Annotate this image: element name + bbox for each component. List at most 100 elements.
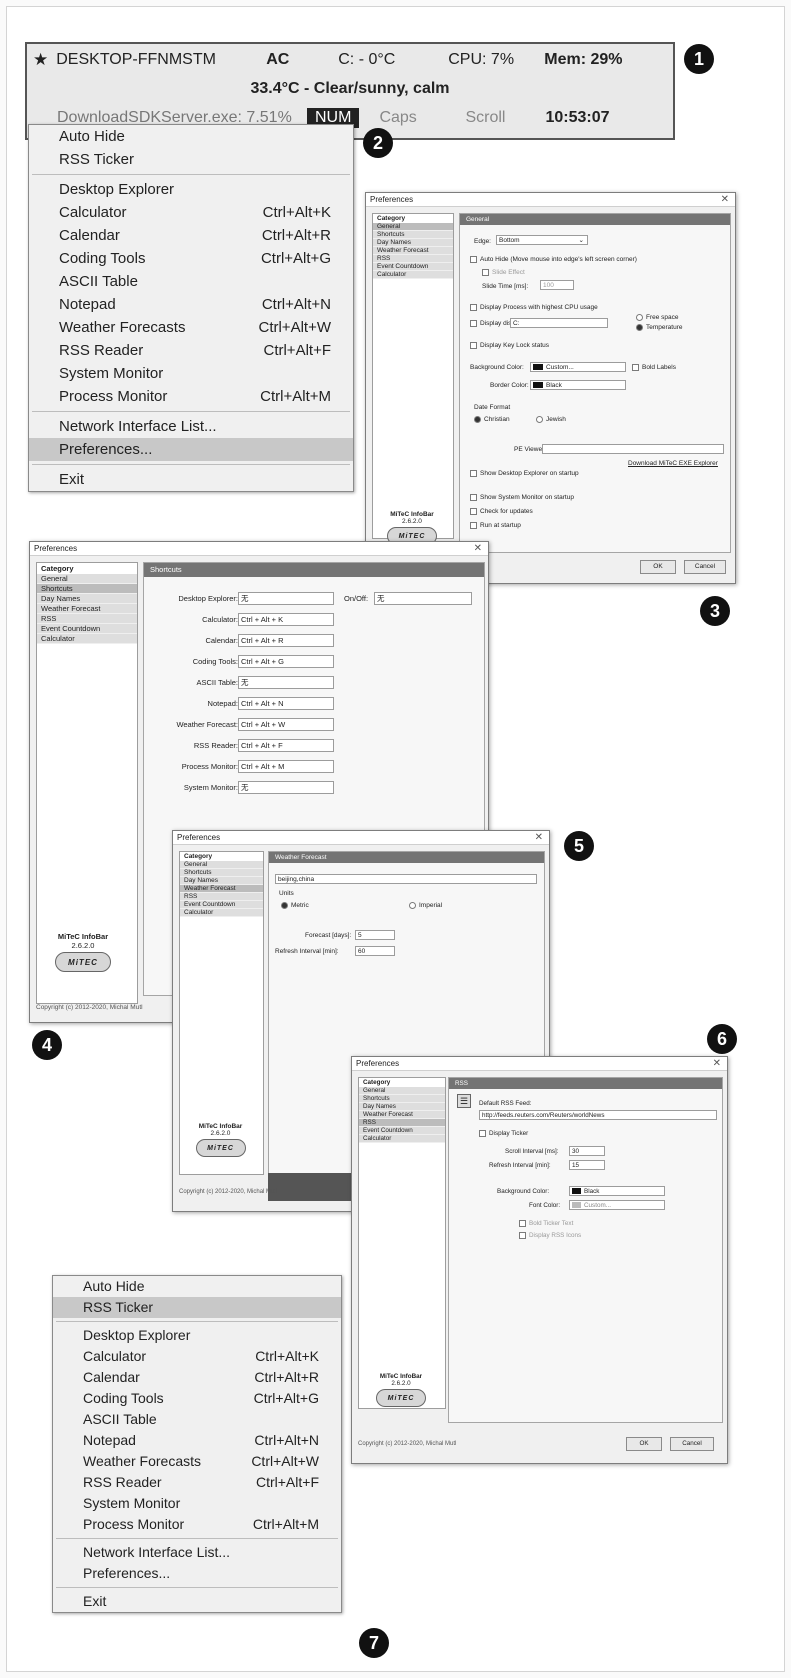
category-item-event-countdown[interactable]: Event Countdown	[180, 901, 263, 909]
free-space-radio[interactable]: Free space	[636, 314, 679, 321]
category-item-weather-forecast[interactable]: Weather Forecast	[373, 247, 453, 255]
bold-ticker-option[interactable]: Bold Ticker Text	[519, 1220, 573, 1227]
menu-item-exit[interactable]: Exit	[29, 468, 353, 491]
ok-button[interactable]: OK	[640, 560, 676, 574]
category-item-day-names[interactable]: Day Names	[359, 1103, 445, 1111]
category-item-shortcuts[interactable]: Shortcuts	[37, 584, 137, 594]
border-color-dropdown[interactable]: Black	[530, 380, 626, 390]
shortcut-field-calculator[interactable]: Ctrl + Alt + K	[238, 613, 334, 626]
font-color-dropdown[interactable]: Custom...	[569, 1200, 665, 1210]
edge-dropdown[interactable]: Bottom ⌄	[496, 235, 588, 245]
run-at-startup-option[interactable]: Run at startup	[470, 522, 521, 529]
menu-item-calendar[interactable]: Calendar Ctrl+Alt+R	[53, 1367, 341, 1388]
menu-item-preferences[interactable]: Preferences...	[29, 438, 353, 461]
category-item-event-countdown[interactable]: Event Countdown	[359, 1127, 445, 1135]
menu-item-rss-reader[interactable]: RSS Reader Ctrl+Alt+F	[29, 339, 353, 362]
menu-item-weather-forecasts[interactable]: Weather Forecasts Ctrl+Alt+W	[29, 316, 353, 339]
shortcut-field-process-monitor[interactable]: Ctrl + Alt + M	[238, 760, 334, 773]
menu-item-network-interface-list[interactable]: Network Interface List...	[53, 1542, 341, 1563]
category-item-rss[interactable]: RSS	[373, 255, 453, 263]
category-item-calculator[interactable]: Calculator	[37, 634, 137, 644]
menu-item-auto-hide[interactable]: Auto Hide	[29, 125, 353, 148]
feed-url-dropdown[interactable]: http://feeds.reuters.com/Reuters/worldNe…	[479, 1110, 717, 1120]
menu-item-calendar[interactable]: Calendar Ctrl+Alt+R	[29, 224, 353, 247]
auto-hide-option[interactable]: Auto Hide (Move mouse into edge's left s…	[470, 256, 637, 263]
close-icon[interactable]: ✕	[535, 831, 543, 845]
category-item-calculator[interactable]: Calculator	[180, 909, 263, 917]
display-ticker-option[interactable]: Display Ticker	[479, 1130, 528, 1137]
menu-item-rss-ticker[interactable]: RSS Ticker	[29, 148, 353, 171]
category-item-day-names[interactable]: Day Names	[373, 239, 453, 247]
temperature-radio[interactable]: Temperature	[636, 324, 683, 331]
cancel-button[interactable]: Cancel	[670, 1437, 714, 1451]
display-rss-icons-option[interactable]: Display RSS Icons	[519, 1232, 581, 1239]
key-lock-option[interactable]: Display Key Lock status	[470, 342, 549, 349]
close-icon[interactable]: ✕	[713, 1057, 721, 1071]
menu-item-process-monitor[interactable]: Process Monitor Ctrl+Alt+M	[29, 385, 353, 408]
menu-item-process-monitor[interactable]: Process Monitor Ctrl+Alt+M	[53, 1514, 341, 1535]
refresh-interval-spinner[interactable]: 15	[569, 1160, 605, 1170]
menu-item-notepad[interactable]: Notepad Ctrl+Alt+N	[29, 293, 353, 316]
display-disk-option[interactable]: Display disk	[470, 320, 515, 327]
category-item-weather-forecast[interactable]: Weather Forecast	[359, 1111, 445, 1119]
menu-item-rss-reader[interactable]: RSS Reader Ctrl+Alt+F	[53, 1472, 341, 1493]
menu-item-coding-tools[interactable]: Coding Tools Ctrl+Alt+G	[53, 1388, 341, 1409]
shortcut-field-calendar[interactable]: Ctrl + Alt + R	[238, 634, 334, 647]
menu-item-network-interface-list[interactable]: Network Interface List...	[29, 415, 353, 438]
category-list[interactable]: Category General Shortcuts Day Names Wea…	[372, 213, 454, 539]
shortcut-field-system-monitor[interactable]: 无	[238, 781, 334, 794]
shortcut-field-onoff[interactable]: 无	[374, 592, 472, 605]
menu-item-system-monitor[interactable]: System Monitor	[29, 362, 353, 385]
shortcut-field-desktop-explorer[interactable]: 无	[238, 592, 334, 605]
menu-item-exit[interactable]: Exit	[53, 1591, 341, 1612]
category-item-day-names[interactable]: Day Names	[180, 877, 263, 885]
shortcut-field-weather-forecast[interactable]: Ctrl + Alt + W	[238, 718, 334, 731]
shortcut-field-notepad[interactable]: Ctrl + Alt + N	[238, 697, 334, 710]
category-item-day-names[interactable]: Day Names	[37, 594, 137, 604]
background-color-dropdown[interactable]: Black	[569, 1186, 665, 1196]
category-item-weather-forecast[interactable]: Weather Forecast	[180, 885, 263, 893]
menu-item-auto-hide[interactable]: Auto Hide	[53, 1276, 341, 1297]
background-color-dropdown[interactable]: Custom...	[530, 362, 626, 372]
menu-item-weather-forecasts[interactable]: Weather Forecasts Ctrl+Alt+W	[53, 1451, 341, 1472]
category-list[interactable]: Category General Shortcuts Day Names Wea…	[358, 1077, 446, 1409]
category-item-event-countdown[interactable]: Event Countdown	[373, 263, 453, 271]
show-system-monitor-option[interactable]: Show System Monitor on startup	[470, 494, 574, 501]
category-item-weather-forecast[interactable]: Weather Forecast	[37, 604, 137, 614]
category-item-shortcuts[interactable]: Shortcuts	[180, 869, 263, 877]
check-updates-option[interactable]: Check for updates	[470, 508, 533, 515]
cancel-button[interactable]: Cancel	[684, 560, 726, 574]
category-item-shortcuts[interactable]: Shortcuts	[373, 231, 453, 239]
menu-item-calculator[interactable]: Calculator Ctrl+Alt+K	[29, 201, 353, 224]
ok-button[interactable]: OK	[626, 1437, 662, 1451]
menu-item-desktop-explorer[interactable]: Desktop Explorer	[53, 1325, 341, 1346]
pe-viewer-field[interactable]	[542, 444, 724, 454]
christian-radio[interactable]: Christian	[474, 416, 510, 423]
download-exe-explorer-link[interactable]: Download MiTeC EXE Explorer	[628, 460, 718, 467]
category-item-general[interactable]: General	[359, 1087, 445, 1095]
menu-item-preferences[interactable]: Preferences...	[53, 1563, 341, 1584]
menu-item-system-monitor[interactable]: System Monitor	[53, 1493, 341, 1514]
metric-radio[interactable]: Metric	[281, 902, 309, 909]
menu-item-coding-tools[interactable]: Coding Tools Ctrl+Alt+G	[29, 247, 353, 270]
category-item-shortcuts[interactable]: Shortcuts	[359, 1095, 445, 1103]
menu-item-ascii-table[interactable]: ASCII Table	[53, 1409, 341, 1430]
category-item-rss[interactable]: RSS	[180, 893, 263, 901]
menu-item-rss-ticker[interactable]: RSS Ticker	[53, 1297, 341, 1318]
scroll-interval-spinner[interactable]: 30	[569, 1146, 605, 1156]
category-item-calculator[interactable]: Calculator	[359, 1135, 445, 1143]
category-item-general[interactable]: General	[373, 223, 453, 231]
close-icon[interactable]: ✕	[721, 193, 729, 207]
category-item-rss[interactable]: RSS	[359, 1119, 445, 1127]
category-item-rss[interactable]: RSS	[37, 614, 137, 624]
category-item-calculator[interactable]: Calculator	[373, 271, 453, 279]
shortcut-field-coding-tools[interactable]: Ctrl + Alt + G	[238, 655, 334, 668]
menu-item-calculator[interactable]: Calculator Ctrl+Alt+K	[53, 1346, 341, 1367]
imperial-radio[interactable]: Imperial	[409, 902, 442, 909]
location-field[interactable]: beijing,china	[275, 874, 537, 884]
forecast-days-spinner[interactable]: 5	[355, 930, 395, 940]
display-process-option[interactable]: Display Process with highest CPU usage	[470, 304, 598, 311]
category-item-general[interactable]: General	[180, 861, 263, 869]
close-icon[interactable]: ✕	[474, 542, 482, 556]
star-icon[interactable]: ★	[33, 50, 48, 70]
